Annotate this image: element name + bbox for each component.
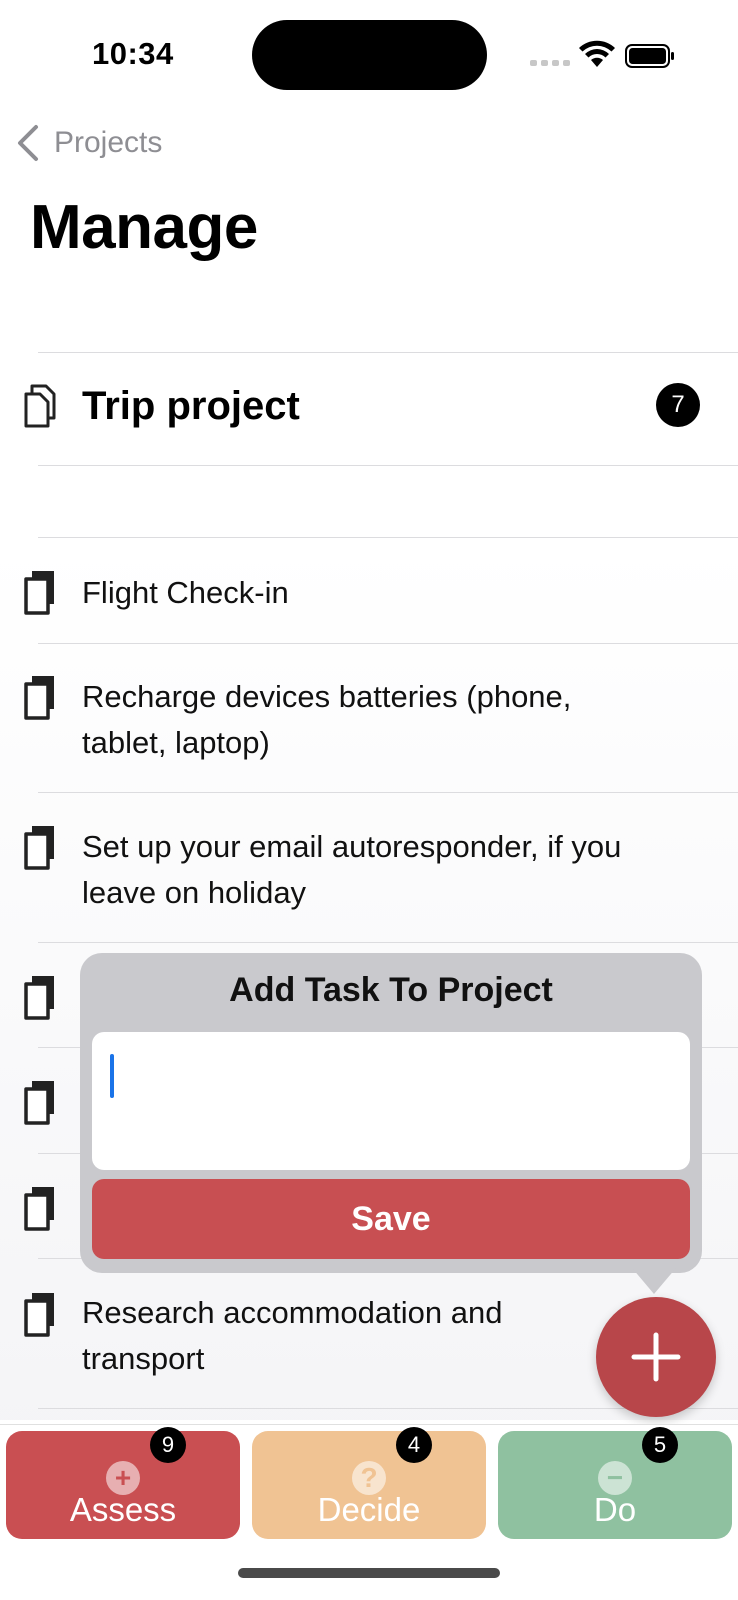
project-name: Trip project	[82, 384, 300, 428]
status-time: 10:34	[92, 36, 174, 71]
task-label: Research accommodation and transport	[82, 1295, 503, 1376]
tab-do[interactable]: − Do 5	[498, 1427, 732, 1539]
divider	[38, 465, 738, 466]
popover-arrow	[632, 1268, 676, 1294]
wifi-icon	[579, 40, 615, 67]
divider	[38, 643, 738, 644]
divider	[38, 537, 738, 538]
task-count-badge: 7	[656, 383, 700, 427]
divider	[38, 792, 738, 793]
tab-badge: 9	[150, 1427, 186, 1463]
tab-label: Decide	[317, 1491, 421, 1528]
divider	[38, 942, 738, 943]
add-task-button[interactable]	[596, 1297, 716, 1417]
add-task-popover: Add Task To Project Save	[80, 953, 702, 1273]
documents-filled-icon	[24, 1187, 54, 1231]
task-label: Recharge devices batteries (phone, table…	[82, 679, 572, 760]
documents-filled-icon	[24, 571, 54, 615]
battery-icon	[625, 44, 674, 68]
task-text-input[interactable]	[92, 1032, 690, 1170]
tab-badge: 5	[642, 1427, 678, 1463]
minus-circle-icon: −	[598, 1461, 632, 1495]
back-button[interactable]: Projects	[14, 122, 162, 164]
save-button[interactable]: Save	[92, 1179, 690, 1259]
plus-circle-icon: +	[106, 1461, 140, 1495]
task-label: Flight Check-in	[82, 575, 289, 610]
documents-filled-icon	[24, 676, 54, 720]
home-indicator	[238, 1568, 500, 1578]
question-circle-icon: ?	[352, 1461, 386, 1495]
cellular-signal-icon	[530, 60, 570, 66]
documents-outline-icon	[24, 384, 56, 428]
documents-filled-icon	[24, 826, 54, 870]
popover-title: Add Task To Project	[229, 971, 553, 1009]
text-caret	[110, 1054, 114, 1098]
tab-assess[interactable]: + Assess 9	[6, 1427, 240, 1539]
documents-filled-icon	[24, 976, 54, 1020]
tab-label: Do	[593, 1491, 637, 1528]
plus-icon	[631, 1332, 681, 1382]
documents-filled-icon	[24, 1293, 54, 1337]
task-label: Set up your email autoresponder, if you …	[82, 829, 622, 910]
tab-label: Assess	[69, 1491, 177, 1528]
documents-filled-icon	[24, 1081, 54, 1125]
back-label: Projects	[54, 126, 163, 159]
chevron-left-icon	[18, 125, 38, 161]
page-title: Manage	[30, 193, 258, 262]
tab-badge: 4	[396, 1427, 432, 1463]
dynamic-island	[252, 20, 487, 90]
divider	[38, 352, 738, 353]
tab-decide[interactable]: ? Decide 4	[252, 1427, 486, 1539]
